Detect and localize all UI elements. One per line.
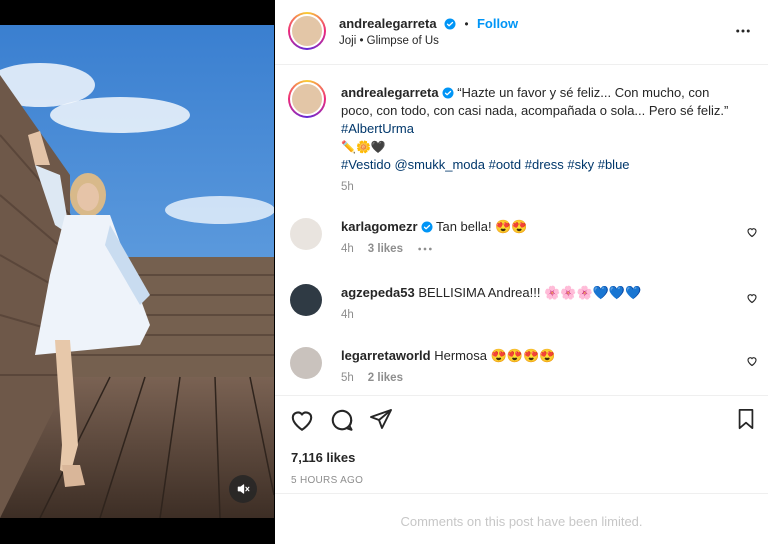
caption: andrealegarreta “Hazte un favor y sé fel…: [341, 84, 746, 196]
caption-text-line-2: poco, con todo, con casi nada, acompañad…: [341, 103, 729, 118]
caption-emojis: ✏️🌼🖤: [341, 140, 386, 154]
comment-bubble-icon[interactable]: [329, 407, 355, 433]
comment-username[interactable]: agzepeda53: [341, 285, 415, 300]
header-separator: •: [464, 19, 469, 31]
comment-text: BELLISIMA Andrea!!! 🌸🌸🌸💙💙💙: [418, 285, 642, 300]
comment-more-icon[interactable]: [417, 244, 433, 254]
comment-time[interactable]: 4h: [341, 309, 354, 321]
muted-speaker-icon: [237, 484, 250, 494]
post-details-panel: andrealegarreta • Follow Joji • Glimpse …: [275, 0, 768, 544]
caption-text-line-1: “Hazte un favor y sé feliz... Con mucho,…: [457, 85, 710, 100]
comment-text: Tan bella! 😍😍: [435, 219, 528, 234]
comments-limited-notice: Comments on this post have been limited.: [400, 514, 643, 529]
author-avatar[interactable]: [288, 12, 326, 50]
caption-tags[interactable]: #Vestido @smukk_moda #ootd #dress #sky #…: [341, 156, 746, 174]
likes-count[interactable]: 7,116 likes: [291, 450, 355, 465]
caption-username[interactable]: andrealegarreta: [341, 85, 439, 100]
follow-button[interactable]: Follow: [477, 16, 518, 31]
caption-time[interactable]: 5h: [341, 178, 746, 196]
comment-like-heart-icon[interactable]: [746, 355, 758, 367]
share-send-icon[interactable]: [369, 407, 393, 431]
verified-badge-icon: [421, 221, 433, 233]
actions-divider: [275, 395, 768, 396]
comment-item: legarretaworld Hermosa 😍😍😍😍 5h 2 likes: [275, 347, 768, 407]
audio-track[interactable]: Joji • Glimpse of Us: [339, 35, 439, 47]
comment-item: agzepeda53 BELLISIMA Andrea!!! 🌸🌸🌸💙💙💙 4h: [275, 284, 768, 344]
comment-time[interactable]: 5h: [341, 372, 354, 384]
commenter-avatar[interactable]: [290, 284, 322, 316]
verified-badge-icon: [444, 18, 456, 30]
comment-like-heart-icon[interactable]: [746, 226, 758, 238]
more-options-icon[interactable]: [734, 22, 752, 40]
post-media[interactable]: [0, 0, 274, 544]
comment-item: karlagomezr Tan bella! 😍😍 4h 3 likes: [275, 218, 768, 278]
video-frame[interactable]: [0, 25, 274, 518]
caption-hashtag[interactable]: #AlbertUrma: [341, 120, 746, 138]
comment-username[interactable]: legarretaworld: [341, 348, 431, 363]
comment-likes[interactable]: 2 likes: [368, 372, 403, 384]
commenter-avatar[interactable]: [290, 218, 322, 250]
caption-author-avatar[interactable]: [288, 80, 326, 118]
post-time[interactable]: 5 HOURS AGO: [291, 475, 363, 486]
header-divider: [275, 64, 768, 65]
action-bar: [289, 407, 757, 435]
comment-like-heart-icon[interactable]: [746, 292, 758, 304]
comment-text: Hermosa 😍😍😍😍: [434, 348, 556, 363]
comment-time[interactable]: 4h: [341, 243, 354, 255]
save-bookmark-icon[interactable]: [735, 407, 757, 431]
comment-username[interactable]: karlagomezr: [341, 219, 418, 234]
footer-divider: [275, 493, 768, 494]
commenter-avatar[interactable]: [290, 347, 322, 379]
comment-likes[interactable]: 3 likes: [368, 243, 403, 255]
mute-toggle-button[interactable]: [229, 475, 257, 503]
like-heart-icon[interactable]: [289, 407, 315, 433]
author-username[interactable]: andrealegarreta: [339, 16, 437, 31]
verified-badge-icon: [442, 87, 454, 99]
